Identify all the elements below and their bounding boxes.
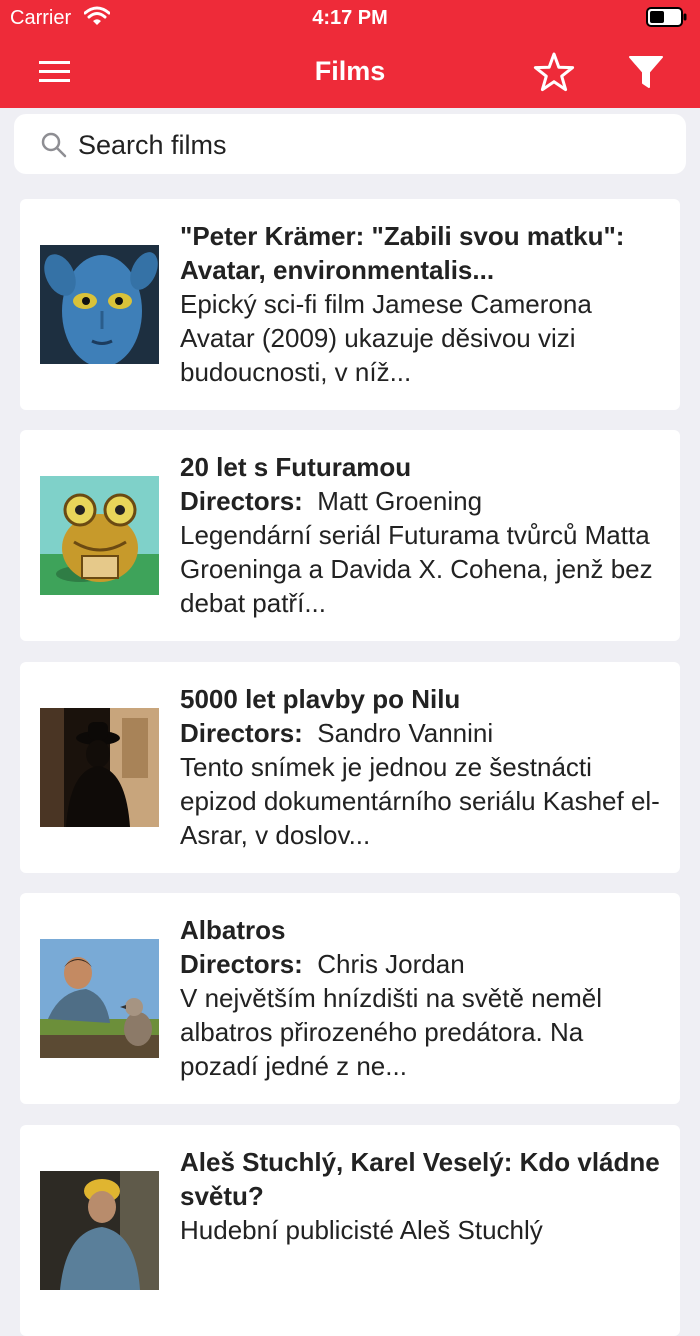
film-title: Albatros (180, 915, 286, 945)
filter-icon (629, 56, 663, 88)
battery-icon (646, 7, 687, 27)
film-title: Aleš Stuchlý, Karel Veselý: Kdo vládne s… (180, 1147, 660, 1211)
film-info: Albatros Directors: Chris Jordan V nejvě… (180, 913, 660, 1083)
film-directors: Directors: Chris Jordan (180, 947, 660, 981)
navigation-bar: Films (0, 36, 700, 108)
film-card[interactable]: 20 let s Futuramou Directors: Matt Groen… (20, 430, 680, 641)
film-description: Hudební publicisté Aleš Stuchlý (180, 1215, 543, 1245)
star-icon (533, 52, 575, 92)
film-card[interactable]: Aleš Stuchlý, Karel Veselý: Kdo vládne s… (20, 1125, 680, 1336)
search-input[interactable] (76, 124, 670, 166)
header: Carrier 4:17 PM Films (0, 0, 700, 108)
directors-value: Chris Jordan (317, 949, 465, 979)
directors-label: Directors: (180, 718, 303, 748)
film-info: "Peter Krämer: "Zabili svou matku": Avat… (180, 219, 660, 389)
film-title: "Peter Krämer: "Zabili svou matku": Avat… (180, 221, 625, 285)
favorites-button[interactable] (533, 52, 575, 92)
film-card[interactable]: "Peter Krämer: "Zabili svou matku": Avat… (20, 199, 680, 410)
status-time: 4:17 PM (312, 7, 388, 29)
directors-value: Matt Groening (317, 486, 483, 516)
film-thumbnail (40, 1171, 159, 1290)
film-directors: Directors: Matt Groening (180, 484, 660, 518)
directors-label: Directors: (180, 949, 303, 979)
film-directors: Directors: Sandro Vannini (180, 716, 660, 750)
search-icon (41, 132, 67, 158)
film-card[interactable]: Albatros Directors: Chris Jordan V nejvě… (20, 893, 680, 1104)
film-description: V největším hnízdišti na světě neměl alb… (180, 983, 602, 1081)
status-bar: Carrier 4:17 PM (0, 0, 700, 36)
filter-button[interactable] (628, 54, 664, 90)
film-info: Aleš Stuchlý, Karel Veselý: Kdo vládne s… (180, 1145, 660, 1247)
film-card[interactable]: 5000 let plavby po Nilu Directors: Sandr… (20, 662, 680, 873)
search-bar (14, 114, 686, 174)
film-description: Tento snímek je jednou ze šestnácti epiz… (180, 752, 660, 850)
film-thumbnail (40, 708, 159, 827)
directors-value: Sandro Vannini (317, 718, 494, 748)
film-thumbnail (40, 939, 159, 1058)
film-info: 5000 let plavby po Nilu Directors: Sandr… (180, 682, 660, 852)
film-title: 5000 let plavby po Nilu (180, 684, 461, 714)
film-description: Legendární seriál Futurama tvůrců Matta … (180, 520, 653, 618)
directors-label: Directors: (180, 486, 303, 516)
film-thumbnail (40, 245, 159, 364)
film-description: Epický sci-fi film Jamese Camerona Avata… (180, 289, 592, 387)
film-title: 20 let s Futuramou (180, 452, 412, 482)
page-title: Films (314, 56, 386, 86)
film-thumbnail (40, 476, 159, 595)
film-info: 20 let s Futuramou Directors: Matt Groen… (180, 450, 660, 620)
